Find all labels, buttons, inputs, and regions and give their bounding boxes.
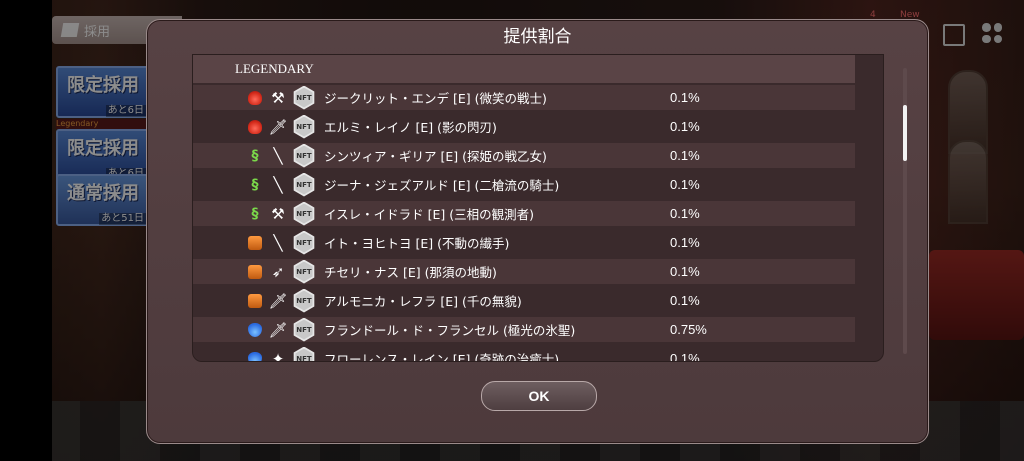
nft-badge-icon: NFT xyxy=(293,85,315,110)
drop-rate: 0.1% xyxy=(670,90,700,105)
drop-rate: 0.1% xyxy=(670,264,700,279)
rate-row: 🗡 NFT フランドール・ド・フランセル (極光の氷聖) 0.75% xyxy=(193,317,855,342)
wind-icon: § xyxy=(251,176,259,193)
list-scrollbar-thumb[interactable] xyxy=(903,105,907,161)
drop-rate: 0.1% xyxy=(670,148,700,163)
character-name: イト・ヨヒトヨ [E] (不動の繊手) xyxy=(324,236,510,251)
ok-button[interactable]: OK xyxy=(481,381,597,411)
axe-icon: ⚒ xyxy=(271,204,285,223)
nft-badge-icon: NFT xyxy=(293,172,315,197)
water-icon xyxy=(248,351,262,361)
character-name: エルミ・レイノ [E] (影の閃刃) xyxy=(324,120,497,135)
fire-icon xyxy=(248,90,262,105)
sword-icon: 🗡 xyxy=(268,291,288,310)
nft-label: NFT xyxy=(295,319,313,340)
drop-rate-dialog: 提供割合 LEGENDARY ⚒ NFT ジークリット・エンデ [E] (微笑の戦士… xyxy=(146,19,929,444)
rate-row: § ╲ NFT シンツィア・ギリア [E] (探姫の戦乙女) 0.1% xyxy=(193,143,855,168)
nft-label: NFT xyxy=(295,174,313,195)
nft-badge-icon: NFT xyxy=(293,288,315,313)
drop-rate: 0.75% xyxy=(670,322,707,337)
earth-icon xyxy=(248,235,262,250)
rate-row: 🗡 NFT エルミ・レイノ [E] (影の閃刃) 0.1% xyxy=(193,114,855,139)
character-name: フランドール・ド・フランセル (極光の氷聖) xyxy=(324,323,576,338)
rate-row: ⚒ NFT ジークリット・エンデ [E] (微笑の戦士) 0.1% xyxy=(193,85,855,110)
rate-row: § ⚒ NFT イスレ・イドラド [E] (三相の観測者) 0.1% xyxy=(193,201,855,226)
drop-rate-list[interactable]: LEGENDARY ⚒ NFT ジークリット・エンデ [E] (微笑の戦士) 0.1%… xyxy=(192,54,884,362)
wind-icon: § xyxy=(251,147,259,164)
water-icon xyxy=(248,322,262,337)
character-name: アルモニカ・レフラ [E] (千の無貌) xyxy=(324,294,522,309)
rate-row: 🗡 NFT アルモニカ・レフラ [E] (千の無貌) 0.1% xyxy=(193,288,855,313)
rate-row: ➶ NFT チセリ・ナス [E] (那須の地動) 0.1% xyxy=(193,259,855,284)
nft-badge-icon: NFT xyxy=(293,346,315,361)
character-name: フローレンス・レイン [E] (奇跡の治癒士) xyxy=(324,352,560,362)
dagger-icon: ╲ xyxy=(273,233,283,252)
earth-icon xyxy=(248,293,262,308)
character-name: ジーナ・ジェズアルド [E] (二槍流の騎士) xyxy=(324,178,560,193)
nft-badge-icon: NFT xyxy=(293,230,315,255)
drop-rate: 0.1% xyxy=(670,119,700,134)
nft-label: NFT xyxy=(295,261,313,282)
spear-icon: ╲ xyxy=(273,175,283,194)
rate-row: § ╲ NFT ジーナ・ジェズアルド [E] (二槍流の騎士) 0.1% xyxy=(193,172,855,197)
staff-icon: ✦ xyxy=(271,349,285,362)
drop-rate: 0.1% xyxy=(670,293,700,308)
spear-icon: ╲ xyxy=(273,146,283,165)
nft-label: NFT xyxy=(295,116,313,137)
character-name: ジークリット・エンデ [E] (微笑の戦士) xyxy=(324,91,547,106)
wind-icon: § xyxy=(251,205,259,222)
section-header-legendary: LEGENDARY xyxy=(193,55,855,83)
fire-icon xyxy=(248,119,262,134)
dialog-title: 提供割合 xyxy=(503,27,572,47)
nft-badge-icon: NFT xyxy=(293,317,315,342)
axe-icon: ⚒ xyxy=(271,88,285,107)
nft-label: NFT xyxy=(295,87,313,108)
sword-icon: 🗡 xyxy=(268,320,288,339)
rate-row: ✦ NFT フローレンス・レイン [E] (奇跡の治癒士) 0.1% xyxy=(193,346,855,362)
nft-label: NFT xyxy=(295,232,313,253)
sword-icon: 🗡 xyxy=(268,117,288,136)
character-name: イスレ・イドラド [E] (三相の観測者) xyxy=(324,207,534,222)
bow-icon: ➶ xyxy=(271,262,285,281)
nft-badge-icon: NFT xyxy=(293,114,315,139)
earth-icon xyxy=(248,264,262,279)
nft-label: NFT xyxy=(295,290,313,311)
nft-badge-icon: NFT xyxy=(293,143,315,168)
character-name: チセリ・ナス [E] (那須の地動) xyxy=(324,265,497,280)
nft-badge-icon: NFT xyxy=(293,201,315,226)
character-name: シンツィア・ギリア [E] (探姫の戦乙女) xyxy=(324,149,547,164)
rate-row: ╲ NFT イト・ヨヒトヨ [E] (不動の繊手) 0.1% xyxy=(193,230,855,255)
nft-label: NFT xyxy=(295,203,313,224)
drop-rate: 0.1% xyxy=(670,351,700,362)
drop-rate: 0.1% xyxy=(670,235,700,250)
nft-label: NFT xyxy=(295,145,313,166)
drop-rate: 0.1% xyxy=(670,206,700,221)
nft-label: NFT xyxy=(295,348,313,361)
nft-badge-icon: NFT xyxy=(293,259,315,284)
drop-rate: 0.1% xyxy=(670,177,700,192)
